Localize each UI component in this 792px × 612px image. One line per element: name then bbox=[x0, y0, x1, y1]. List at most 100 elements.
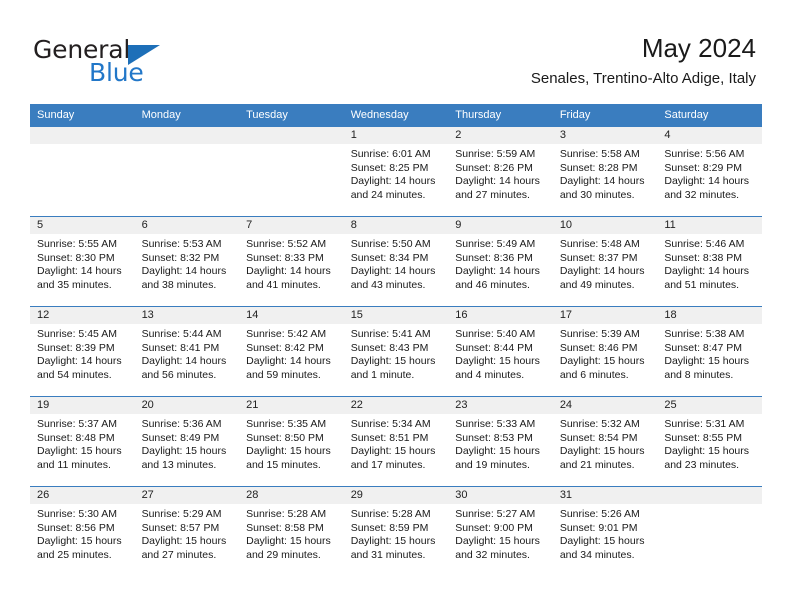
calendar-day-cell[interactable]: 14 Sunrise: 5:42 AM Sunset: 8:42 PM Dayligh… bbox=[239, 306, 344, 397]
calendar-cell-inner: 9 Sunrise: 5:49 AM Sunset: 8:36 PM Daylight… bbox=[448, 217, 553, 306]
page-title: May 2024 bbox=[641, 33, 756, 63]
daylight-text: Daylight: 14 hours bbox=[664, 175, 750, 188]
calendar-cell-inner bbox=[134, 127, 240, 216]
weekday-header-tuesday: Tuesday bbox=[239, 104, 344, 127]
day-details: Sunrise: 5:55 AM Sunset: 8:30 PM Daylight:… bbox=[30, 234, 135, 292]
calendar-day-cell[interactable]: 19 Sunrise: 5:37 AM Sunset: 8:48 PM Dayligh… bbox=[30, 396, 135, 487]
calendar-cell-inner: 11 Sunrise: 5:46 AM Sunset: 8:38 PM Dayligh… bbox=[657, 217, 762, 306]
daylight-text: Daylight: 14 hours bbox=[37, 265, 122, 278]
day-details: Sunrise: 5:38 AM Sunset: 8:47 PM Daylight:… bbox=[657, 324, 762, 382]
day-details: Sunrise: 5:39 AM Sunset: 8:46 PM Daylight:… bbox=[553, 324, 658, 382]
calendar-cell-inner: 1 Sunrise: 6:01 AM Sunset: 8:25 PM Daylight… bbox=[343, 127, 449, 216]
calendar-day-cell[interactable]: 7 Sunrise: 5:52 AM Sunset: 8:33 PM Daylight… bbox=[239, 216, 344, 307]
calendar-day-cell[interactable]: 29 Sunrise: 5:28 AM Sunset: 8:59 PM Dayligh… bbox=[343, 486, 449, 576]
day-number: 28 bbox=[239, 487, 344, 504]
calendar-day-cell[interactable]: 8 Sunrise: 5:50 AM Sunset: 8:34 PM Daylight… bbox=[343, 216, 449, 307]
sunset-text: Sunset: 8:42 PM bbox=[246, 341, 324, 354]
calendar-day-cell[interactable]: 25 Sunrise: 5:31 AM Sunset: 8:55 PM Dayligh… bbox=[657, 396, 762, 487]
daylight-text: and 30 minutes. bbox=[559, 188, 635, 201]
daylight-text: Daylight: 15 hours bbox=[141, 535, 227, 548]
daylight-text: Daylight: 14 hours bbox=[141, 265, 227, 278]
calendar-day-cell[interactable]: 10 Sunrise: 5:48 AM Sunset: 8:37 PM Dayligh… bbox=[552, 216, 658, 307]
sunrise-text: Sunrise: 5:36 AM bbox=[141, 418, 222, 430]
calendar-day-cell[interactable]: 28 Sunrise: 5:28 AM Sunset: 8:58 PM Dayligh… bbox=[239, 486, 344, 576]
daylight-text: and 8 minutes. bbox=[664, 368, 734, 381]
calendar-day-cell[interactable]: 3 Sunrise: 5:58 AM Sunset: 8:28 PM Daylight… bbox=[552, 127, 658, 217]
sunset-text: Sunset: 8:28 PM bbox=[559, 161, 638, 174]
calendar-day-cell[interactable]: 27 Sunrise: 5:29 AM Sunset: 8:57 PM Dayligh… bbox=[134, 486, 240, 576]
calendar-day-cell[interactable]: 16 Sunrise: 5:40 AM Sunset: 8:44 PM Dayligh… bbox=[448, 306, 553, 397]
weekday-header-monday: Monday bbox=[134, 104, 240, 127]
calendar-day-cell[interactable]: 6 Sunrise: 5:53 AM Sunset: 8:32 PM Daylight… bbox=[134, 216, 240, 307]
calendar-day-cell[interactable]: 11 Sunrise: 5:46 AM Sunset: 8:38 PM Dayligh… bbox=[657, 216, 762, 307]
calendar-cell-inner: 27 Sunrise: 5:29 AM Sunset: 8:57 PM Dayligh… bbox=[134, 487, 240, 576]
day-number: 2 bbox=[448, 127, 553, 144]
daylight-text: and 46 minutes. bbox=[455, 278, 530, 291]
calendar-cell-inner: 30 Sunrise: 5:27 AM Sunset: 9:00 PM Dayligh… bbox=[448, 487, 553, 576]
sunrise-text: Sunrise: 5:50 AM bbox=[350, 238, 431, 250]
sunrise-text: Sunrise: 5:45 AM bbox=[37, 328, 117, 340]
sunrise-text: Sunrise: 5:46 AM bbox=[664, 238, 745, 250]
calendar-day-cell[interactable]: 12 Sunrise: 5:45 AM Sunset: 8:39 PM Dayligh… bbox=[30, 306, 135, 397]
day-number: 15 bbox=[343, 307, 449, 324]
sunrise-text: Sunrise: 5:30 AM bbox=[37, 508, 117, 520]
day-number: 1 bbox=[343, 127, 449, 144]
daylight-text: Daylight: 15 hours bbox=[559, 535, 645, 548]
calendar-day-cell[interactable]: 30 Sunrise: 5:27 AM Sunset: 9:00 PM Dayligh… bbox=[448, 486, 553, 576]
daylight-text: and 41 minutes. bbox=[246, 278, 321, 291]
calendar-day-cell[interactable]: 21 Sunrise: 5:35 AM Sunset: 8:50 PM Dayligh… bbox=[239, 396, 344, 487]
calendar-day-cell[interactable]: 1 Sunrise: 6:01 AM Sunset: 8:25 PM Daylight… bbox=[343, 127, 449, 217]
calendar-day-cell[interactable]: 18 Sunrise: 5:38 AM Sunset: 8:47 PM Dayligh… bbox=[657, 306, 762, 397]
daylight-text: Daylight: 15 hours bbox=[664, 445, 750, 458]
daylight-text: and 15 minutes. bbox=[246, 458, 321, 471]
calendar-day-cell[interactable]: 2 Sunrise: 5:59 AM Sunset: 8:26 PM Daylight… bbox=[448, 127, 553, 217]
calendar-day-cell[interactable]: 22 Sunrise: 5:34 AM Sunset: 8:51 PM Dayligh… bbox=[343, 396, 449, 487]
daylight-text: and 25 minutes. bbox=[37, 548, 112, 561]
day-details: Sunrise: 5:32 AM Sunset: 8:54 PM Daylight:… bbox=[553, 414, 658, 472]
calendar-day-cell[interactable]: 13 Sunrise: 5:44 AM Sunset: 8:41 PM Dayligh… bbox=[134, 306, 240, 397]
sunrise-text: Sunrise: 5:34 AM bbox=[350, 418, 431, 430]
calendar-day-cell[interactable]: 31 Sunrise: 5:26 AM Sunset: 9:01 PM Dayligh… bbox=[552, 486, 658, 576]
daylight-text: Daylight: 15 hours bbox=[455, 535, 540, 548]
calendar-cell-inner: 7 Sunrise: 5:52 AM Sunset: 8:33 PM Daylight… bbox=[239, 217, 344, 306]
daylight-text: Daylight: 14 hours bbox=[350, 265, 436, 278]
calendar-day-cell[interactable]: 17 Sunrise: 5:39 AM Sunset: 8:46 PM Dayligh… bbox=[552, 306, 658, 397]
calendar-day-cell[interactable]: 9 Sunrise: 5:49 AM Sunset: 8:36 PM Daylight… bbox=[448, 216, 553, 307]
generalblue-logo[interactable]: General Blue bbox=[33, 36, 233, 88]
day-details: Sunrise: 5:35 AM Sunset: 8:50 PM Daylight:… bbox=[239, 414, 344, 472]
calendar-day-cell[interactable]: 23 Sunrise: 5:33 AM Sunset: 8:53 PM Dayligh… bbox=[448, 396, 553, 487]
day-number: 11 bbox=[657, 217, 762, 234]
daylight-text: Daylight: 14 hours bbox=[246, 265, 331, 278]
daylight-text: Daylight: 15 hours bbox=[455, 445, 540, 458]
sunset-text: Sunset: 8:53 PM bbox=[455, 431, 533, 444]
calendar-cell-empty bbox=[239, 127, 344, 217]
day-number: 26 bbox=[30, 487, 135, 504]
weekday-header-sunday: Sunday bbox=[30, 104, 135, 127]
sunrise-text: Sunrise: 5:27 AM bbox=[455, 508, 536, 520]
day-details: Sunrise: 5:28 AM Sunset: 8:58 PM Daylight:… bbox=[239, 504, 344, 562]
calendar-day-cell[interactable]: 15 Sunrise: 5:41 AM Sunset: 8:43 PM Dayligh… bbox=[343, 306, 449, 397]
daylight-text: and 35 minutes. bbox=[37, 278, 112, 291]
weekday-header-wednesday: Wednesday bbox=[343, 104, 449, 127]
calendar-day-cell[interactable]: 5 Sunrise: 5:55 AM Sunset: 8:30 PM Daylight… bbox=[30, 216, 135, 307]
day-details: Sunrise: 5:42 AM Sunset: 8:42 PM Daylight:… bbox=[239, 324, 344, 382]
sunset-text: Sunset: 8:46 PM bbox=[559, 341, 638, 354]
daylight-text: and 21 minutes. bbox=[559, 458, 635, 471]
daylight-text: Daylight: 15 hours bbox=[141, 445, 227, 458]
daylight-text: and 59 minutes. bbox=[246, 368, 321, 381]
sunrise-text: Sunrise: 5:32 AM bbox=[559, 418, 640, 430]
day-details: Sunrise: 6:01 AM Sunset: 8:25 PM Daylight:… bbox=[344, 144, 449, 202]
sunset-text: Sunset: 8:50 PM bbox=[246, 431, 324, 444]
calendar-day-cell[interactable]: 20 Sunrise: 5:36 AM Sunset: 8:49 PM Dayligh… bbox=[134, 396, 240, 487]
day-details: Sunrise: 5:40 AM Sunset: 8:44 PM Daylight:… bbox=[448, 324, 553, 382]
calendar-cell-inner: 19 Sunrise: 5:37 AM Sunset: 8:48 PM Dayligh… bbox=[30, 397, 135, 486]
sunset-text: Sunset: 8:32 PM bbox=[141, 251, 220, 264]
calendar-cell-inner: 14 Sunrise: 5:42 AM Sunset: 8:42 PM Dayligh… bbox=[239, 307, 344, 396]
sunrise-text: Sunrise: 5:37 AM bbox=[37, 418, 117, 430]
calendar-day-cell[interactable]: 4 Sunrise: 5:56 AM Sunset: 8:29 PM Daylight… bbox=[657, 127, 762, 217]
day-number: 22 bbox=[343, 397, 449, 414]
daylight-text: and 56 minutes. bbox=[141, 368, 217, 381]
sunrise-text: Sunrise: 5:56 AM bbox=[664, 148, 745, 160]
calendar-day-cell[interactable]: 26 Sunrise: 5:30 AM Sunset: 8:56 PM Dayligh… bbox=[30, 486, 135, 576]
calendar-day-cell[interactable]: 24 Sunrise: 5:32 AM Sunset: 8:54 PM Dayligh… bbox=[552, 396, 658, 487]
